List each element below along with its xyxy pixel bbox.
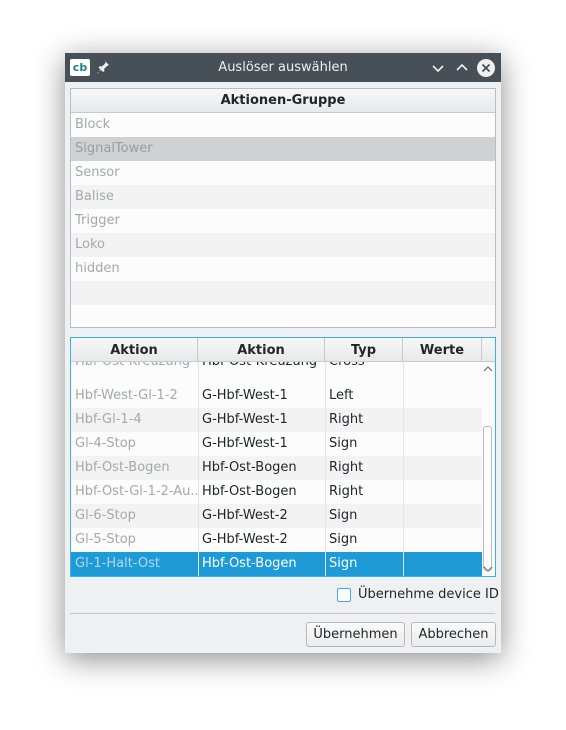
- cell-werte: [403, 504, 482, 528]
- list-item-label: hidden: [75, 261, 120, 276]
- cell-aktion-target: G-Hbf-West-2: [202, 532, 288, 547]
- cell-typ: Right: [329, 484, 364, 499]
- cell-aktion-target: Hbf-Ost-Bogen: [202, 460, 297, 475]
- list-item-label: Trigger: [75, 213, 120, 228]
- title-bar: cb Auslöser auswählen: [65, 53, 501, 82]
- cell-aktion: Hbf-West-Gl-1-2: [75, 388, 178, 403]
- cell-aktion-target: Hbf-Ost-Kreuzung: [198, 362, 325, 374]
- cell-aktion-target: Hbf-Ost-Bogen: [202, 484, 297, 499]
- cell-aktion-target: G-Hbf-West-1: [202, 436, 288, 451]
- cell-werte: [403, 362, 482, 374]
- column-header-aktionen-gruppe[interactable]: Aktionen-Gruppe: [71, 89, 495, 113]
- column-header-aktion-1[interactable]: Aktion: [71, 338, 198, 362]
- minimize-icon[interactable]: [429, 59, 447, 77]
- table-row[interactable]: Hbf-Gl-1-4 G-Hbf-West-1 Right: [71, 408, 482, 432]
- list-item[interactable]: Block: [71, 113, 495, 137]
- maximize-icon[interactable]: [453, 59, 471, 77]
- cell-typ: Sign: [329, 532, 358, 547]
- close-icon[interactable]: [477, 59, 495, 77]
- table-row[interactable]: Hbf-Ost-Bogen Hbf-Ost-Bogen Right: [71, 456, 482, 480]
- cell-aktion: Gl-5-Stop: [75, 532, 136, 547]
- column-divider: [325, 362, 326, 576]
- table-row[interactable]: Gl-6-Stop G-Hbf-West-2 Sign: [71, 504, 482, 528]
- table-row[interactable]: Gl-5-Stop G-Hbf-West-2 Sign: [71, 528, 482, 552]
- scroll-up-icon[interactable]: [482, 364, 494, 374]
- vertical-scrollbar[interactable]: [482, 362, 494, 576]
- table-row[interactable]: Hbf-Ost-Gl-1-2-Au... Hbf-Ost-Bogen Right: [71, 480, 482, 504]
- column-header-aktion-2[interactable]: Aktion: [198, 338, 325, 362]
- list-item-label: Balise: [75, 189, 114, 204]
- cell-werte: [403, 480, 482, 504]
- table-row[interactable]: Hbf-West-Gl-1-2 G-Hbf-West-1 Left: [71, 384, 482, 408]
- cell-aktion: Gl-4-Stop: [75, 436, 136, 451]
- list-item[interactable]: Loko: [71, 233, 495, 257]
- column-header-typ[interactable]: Typ: [325, 338, 403, 362]
- cell-aktion-target: G-Hbf-West-1: [202, 412, 288, 427]
- device-id-checkbox[interactable]: [337, 588, 351, 602]
- cell-typ: Sign: [329, 508, 358, 523]
- cell-typ: Right: [329, 460, 364, 475]
- cell-aktion-target: Hbf-Ost-Bogen: [202, 556, 297, 571]
- window-title: Auslöser auswählen: [218, 60, 348, 75]
- cell-aktion: Gl-6-Stop: [75, 508, 136, 523]
- cell-werte: [403, 408, 482, 432]
- apply-button[interactable]: Übernehmen: [306, 622, 405, 647]
- list-item-label: Block: [75, 117, 111, 132]
- pin-icon[interactable]: [96, 59, 110, 75]
- list-item[interactable]: hidden: [71, 257, 495, 281]
- cell-aktion-target: G-Hbf-West-1: [202, 388, 288, 403]
- cell-typ: Right: [329, 412, 364, 427]
- table-row[interactable]: Gl-4-Stop G-Hbf-West-1 Sign: [71, 432, 482, 456]
- list-item-label: Loko: [75, 237, 105, 252]
- cell-typ: Cross: [325, 362, 403, 374]
- list-item-label: Sensor: [75, 165, 120, 180]
- scrollbar-thumb[interactable]: [483, 426, 492, 571]
- action-group-list[interactable]: Aktionen-Gruppe Block SignalTower Sensor…: [70, 88, 496, 328]
- cell-werte: [403, 432, 482, 456]
- cell-werte: [403, 384, 482, 408]
- cell-typ: Sign: [329, 436, 358, 451]
- app-icon: cb: [70, 59, 90, 76]
- list-item[interactable]: Sensor: [71, 161, 495, 185]
- cell-werte: [403, 528, 482, 552]
- list-item-label: SignalTower: [75, 141, 153, 156]
- cell-aktion: Hbf-Ost-Bogen: [75, 460, 170, 475]
- separator: [70, 613, 495, 614]
- cell-werte: [403, 456, 482, 480]
- column-header-werte[interactable]: Werte: [403, 338, 482, 362]
- column-divider: [403, 362, 404, 576]
- cell-aktion-target: G-Hbf-West-2: [202, 508, 288, 523]
- table-row-selected[interactable]: Gl-1-Halt-Ost Hbf-Ost-Bogen Sign: [71, 552, 482, 576]
- list-item-selected[interactable]: SignalTower: [71, 137, 495, 161]
- cell-werte: [403, 552, 482, 576]
- cell-aktion: Hbf-Ost-Kreuzung: [71, 362, 198, 374]
- list-item[interactable]: Balise: [71, 185, 495, 209]
- table-row[interactable]: Hbf-Ost-Kreuzung Hbf-Ost-Kreuzung Cross: [71, 362, 482, 374]
- scroll-down-icon[interactable]: [482, 564, 494, 574]
- cell-aktion: Hbf-Ost-Gl-1-2-Au...: [75, 484, 198, 499]
- cell-aktion: Gl-1-Halt-Ost: [75, 556, 160, 571]
- dialog-window: cb Auslöser auswählen Aktionen-Gruppe Bl…: [65, 53, 501, 653]
- cell-aktion: Hbf-Gl-1-4: [75, 412, 142, 427]
- cell-typ: Sign: [329, 556, 358, 571]
- device-id-checkbox-label[interactable]: Übernehme device ID: [358, 587, 499, 602]
- list-item[interactable]: Trigger: [71, 209, 495, 233]
- column-divider: [198, 362, 199, 576]
- cell-typ: Left: [329, 388, 354, 403]
- empty-row: [71, 281, 495, 305]
- cancel-button[interactable]: Abbrechen: [411, 622, 496, 647]
- action-table[interactable]: Aktion Aktion Typ Werte Hbf-Ost-Kreuzung…: [70, 337, 496, 577]
